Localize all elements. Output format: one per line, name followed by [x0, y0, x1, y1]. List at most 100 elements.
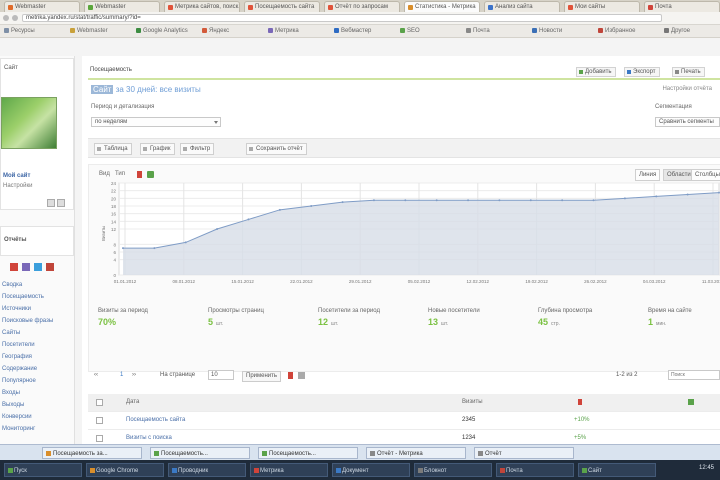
data-point[interactable]	[122, 247, 124, 250]
browser-tab[interactable]: Webmaster	[84, 1, 160, 12]
site-settings-link[interactable]: Настройки	[3, 183, 32, 189]
sidebar-link[interactable]: Входы	[2, 390, 20, 396]
sidebar-link[interactable]: Поисковые фразы	[2, 318, 53, 324]
settings-icon[interactable]	[47, 199, 55, 207]
site-name[interactable]: Мой сайт	[3, 173, 30, 179]
window-task-button[interactable]: Посещаемость...	[150, 447, 250, 459]
data-point[interactable]	[372, 199, 375, 202]
browser-tab[interactable]: Webmaster	[4, 1, 80, 12]
data-point[interactable]	[184, 241, 187, 244]
data-point[interactable]	[623, 197, 626, 200]
taskbar-button[interactable]: Пуск	[4, 463, 82, 477]
header-action-button[interactable]: Добавить	[576, 67, 616, 77]
apply-button[interactable]: Применить	[242, 371, 282, 382]
sidebar-link[interactable]: Сводка	[2, 282, 22, 288]
taskbar-button[interactable]: Почта	[496, 463, 574, 477]
window-task-button[interactable]: Посещаемость...	[258, 447, 358, 459]
browser-tab[interactable]: Мои сайты	[564, 1, 640, 12]
heading-rest[interactable]: за 30 дней: все визиты	[116, 85, 201, 94]
toolbar-button[interactable]: Таблица	[94, 143, 132, 155]
prev-page-button[interactable]: ‹‹	[94, 371, 98, 380]
traffic-chart[interactable]: 0 4 6 8 12 14 16 18 20 22 24 01.01.2012 08.01.2012 15…	[89, 165, 720, 295]
column-header[interactable]: Визиты	[462, 399, 483, 405]
sidebar-link[interactable]: Сайты	[2, 330, 20, 336]
sidebar-link[interactable]: Популярное	[2, 378, 36, 384]
current-page[interactable]: 1	[120, 371, 123, 380]
youtube-icon[interactable]	[10, 263, 18, 271]
data-point[interactable]	[247, 218, 250, 221]
bookmark-item[interactable]: Новости	[532, 27, 562, 35]
taskbar-button[interactable]: Сайт	[578, 463, 656, 477]
data-point[interactable]	[592, 199, 595, 202]
grid-icon[interactable]	[298, 372, 305, 379]
bookmark-item[interactable]: Другое	[664, 27, 690, 35]
header-action-button[interactable]: Экспорт	[624, 67, 660, 77]
data-point[interactable]	[341, 201, 344, 204]
refresh-icon[interactable]	[57, 199, 65, 207]
browser-tab[interactable]: Метрика сайтов, поиск...	[164, 1, 240, 12]
forward-icon[interactable]	[12, 15, 18, 21]
data-point[interactable]	[435, 199, 438, 202]
header-action-button[interactable]: Печать	[672, 67, 705, 77]
heading-site[interactable]: Сайт	[91, 85, 114, 94]
bookmark-item[interactable]: SEO	[400, 27, 420, 35]
data-point[interactable]	[686, 193, 689, 196]
row-name[interactable]: Визиты с поиска	[126, 435, 172, 441]
select-all-checkbox[interactable]	[96, 399, 103, 406]
data-point[interactable]	[310, 205, 313, 207]
taskbar-button[interactable]: Google Chrome	[86, 463, 164, 477]
data-point[interactable]	[529, 199, 532, 202]
metrika-icon[interactable]	[22, 263, 30, 271]
bookmark-item[interactable]: Яндекс	[202, 27, 229, 35]
table-row[interactable]: Посещаемость сайта 2345 +10%	[88, 412, 720, 430]
browser-tab[interactable]: Анализ сайта	[484, 1, 560, 12]
browser-tab[interactable]: Посещаемость сайта	[244, 1, 320, 12]
twitter-icon[interactable]	[34, 263, 42, 271]
taskbar-button[interactable]: Проводник	[168, 463, 246, 477]
window-task-button[interactable]: Отчёт	[474, 447, 574, 459]
data-point[interactable]	[498, 199, 501, 202]
site-thumbnail[interactable]	[1, 97, 57, 149]
bookmark-item[interactable]: Webmaster	[70, 27, 108, 35]
bookmark-item[interactable]: Почта	[466, 27, 490, 35]
next-page-button[interactable]: ››	[132, 371, 136, 380]
flag-icon[interactable]	[288, 372, 293, 379]
sidebar-link[interactable]: Конверсии	[2, 414, 32, 420]
segment-select[interactable]: Сравнить сегменты	[655, 117, 720, 127]
toolbar-button[interactable]: Фильтр	[180, 143, 215, 155]
bookmark-item[interactable]: Избранное	[598, 27, 635, 35]
sidebar-link[interactable]: Мониторинг	[2, 426, 35, 432]
row-name[interactable]: Посещаемость сайта	[126, 417, 185, 423]
toolbar-button[interactable]: Сохранить отчёт	[246, 143, 307, 155]
bookmark-item[interactable]: Ресурсы	[4, 27, 35, 35]
gmail-icon[interactable]	[46, 263, 54, 271]
row-checkbox[interactable]	[96, 435, 103, 442]
taskbar-button[interactable]: Метрика	[250, 463, 328, 477]
taskbar-button[interactable]: Блокнот	[414, 463, 492, 477]
data-point[interactable]	[216, 228, 219, 230]
search-input[interactable]	[668, 370, 720, 380]
column-header[interactable]: Дата	[126, 399, 139, 405]
bookmark-item[interactable]: Метрика	[268, 27, 299, 35]
sidebar-link[interactable]: Выходы	[2, 402, 24, 408]
data-point[interactable]	[561, 199, 564, 202]
taskbar-button[interactable]: Документ	[332, 463, 410, 477]
back-icon[interactable]	[3, 15, 9, 21]
data-point[interactable]	[278, 208, 281, 211]
window-task-button[interactable]: Посещаемость за...	[42, 447, 142, 459]
sidebar-link[interactable]: География	[2, 354, 32, 360]
bookmark-item[interactable]: Вебмастер	[334, 27, 371, 35]
sidebar-link[interactable]: Посещаемость	[2, 294, 44, 300]
browser-tab[interactable]: Статистика - Метрика	[404, 1, 480, 12]
data-point[interactable]	[153, 247, 156, 250]
window-task-button[interactable]: Отчёт - Метрика	[366, 447, 466, 459]
sidebar-link[interactable]: Источники	[2, 306, 31, 312]
toolbar-button[interactable]: График	[140, 143, 175, 155]
browser-tab[interactable]: Почта	[644, 1, 720, 12]
url-field[interactable]: metrika.yandex.ru/stat/traffic/summary/?…	[22, 14, 662, 22]
report-settings-link[interactable]: Настройки отчёта	[662, 86, 712, 92]
data-point[interactable]	[655, 195, 658, 198]
period-select[interactable]: по неделям	[91, 117, 221, 127]
sidebar-link[interactable]: Посетители	[2, 342, 35, 348]
browser-tab[interactable]: Отчёт по запросам	[324, 1, 400, 12]
